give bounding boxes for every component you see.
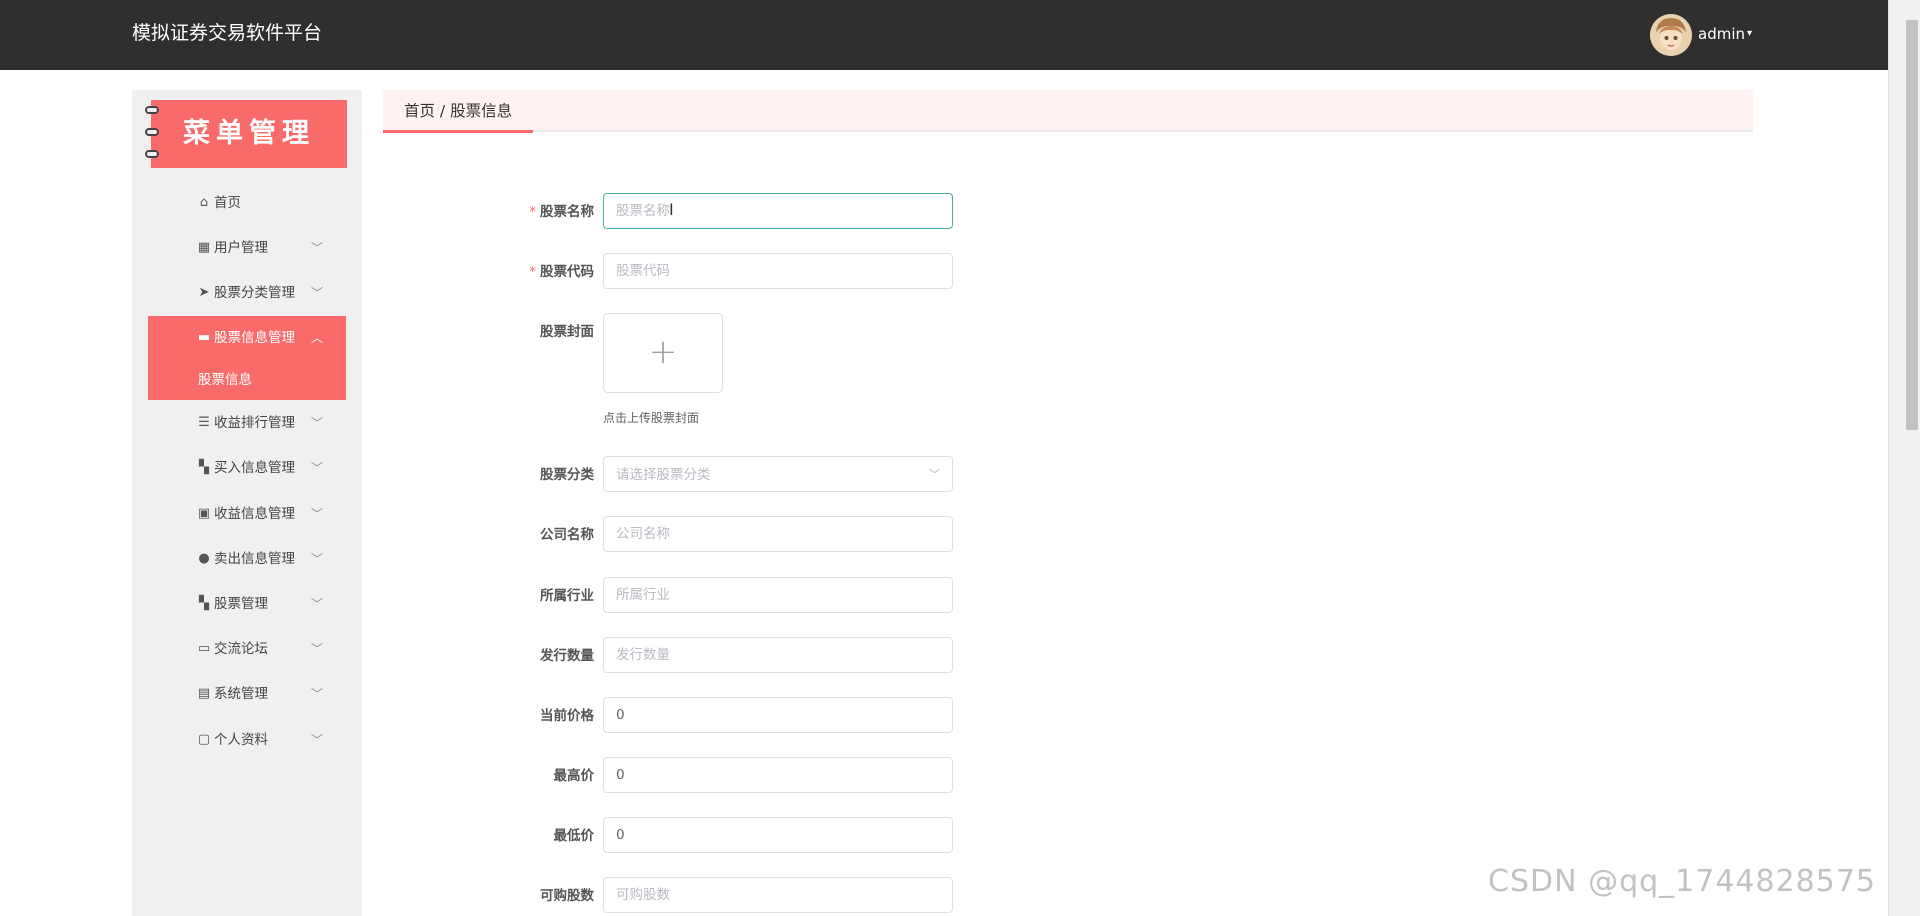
breadcrumb[interactable]: 首页 / 股票信息: [404, 100, 512, 122]
chevron-down-icon: ﹀: [311, 241, 324, 255]
company-name-input[interactable]: [603, 516, 953, 552]
breadcrumb-bar: [383, 90, 1753, 132]
home-icon: ⌂: [199, 195, 209, 210]
card-icon: ▢: [197, 732, 211, 747]
sidebar-item-label: 收益排行管理: [214, 415, 295, 431]
sidebar-item-label: 交流论坛: [214, 641, 268, 657]
user-name[interactable]: admin: [1698, 24, 1745, 44]
chevron-down-icon: ﹀: [311, 416, 324, 430]
grid-icon: ▦: [197, 240, 211, 255]
select-placeholder: 请选择股票分类: [616, 467, 711, 483]
sidebar-item-stock-info-management[interactable]: ▬ 股票信息管理 ︿: [148, 316, 346, 360]
stock-code-input[interactable]: [603, 253, 953, 289]
chevron-down-icon: ﹀: [311, 286, 324, 300]
sidebar-item-stock-management[interactable]: ▚ 股票管理 ﹀: [148, 582, 346, 626]
text-cursor-icon: I: [669, 200, 674, 219]
plus-icon: +: [648, 332, 678, 372]
chevron-down-icon: ﹀: [311, 642, 324, 656]
stock-name-input[interactable]: [603, 193, 953, 229]
sidebar-item-label: 股票信息管理: [214, 330, 295, 346]
sidebar-item-buy-info-management[interactable]: ▚ 买入信息管理 ﹀: [148, 446, 346, 490]
chevron-down-icon: ﹀: [311, 733, 324, 747]
stock-name-label: * 股票名称: [529, 204, 594, 220]
sidebar-item-stock-category-management[interactable]: ➤ 股票分类管理 ﹀: [148, 271, 346, 315]
avatar-image: [1650, 14, 1692, 56]
clipboard-icon: ▤: [197, 686, 211, 701]
sidebar-item-label: 收益信息管理: [214, 506, 295, 522]
app-title: 模拟证券交易软件平台: [132, 22, 323, 44]
menu-banner: 菜单管理: [151, 100, 347, 168]
chart-icon: ▣: [197, 506, 211, 521]
binder-ring-icon: [145, 106, 159, 114]
sidebar-item-label: 卖出信息管理: [214, 551, 295, 567]
sidebar-item-label: 股票分类管理: [214, 285, 295, 301]
low-price-label: 最低价: [553, 828, 595, 844]
chevron-down-icon: ﹀: [311, 597, 324, 611]
issued-quantity-label: 发行数量: [540, 648, 594, 664]
required-marker: *: [529, 264, 536, 280]
sidebar-item-label: 买入信息管理: [214, 460, 295, 476]
chevron-down-icon: ﹀: [311, 461, 324, 475]
list-icon: ☰: [198, 415, 210, 430]
tiles-icon: ▚: [199, 596, 209, 611]
binder-ring-icon: [145, 128, 159, 136]
chevron-down-icon: ﹀: [311, 552, 324, 566]
stock-category-select[interactable]: 请选择股票分类 ﹀: [603, 456, 953, 492]
sidebar-item-label: 系统管理: [214, 686, 268, 702]
sidebar-item-earnings-ranking-management[interactable]: ☰ 收益排行管理 ﹀: [148, 401, 346, 445]
sidebar-item-label: 股票管理: [214, 596, 268, 612]
sidebar-subitem-label: 股票信息: [198, 372, 252, 388]
paper-plane-icon: ➤: [198, 285, 210, 300]
sidebar-item-forum[interactable]: ▭ 交流论坛 ﹀: [148, 627, 346, 671]
cover-upload-button[interactable]: +: [603, 313, 723, 393]
stock-code-label: * 股票代码: [529, 264, 594, 280]
sidebar-item-label: 用户管理: [214, 240, 268, 256]
low-price-input[interactable]: [603, 817, 953, 853]
tiles-icon: ▚: [199, 460, 209, 475]
chevron-down-icon: ﹀: [929, 468, 940, 481]
upload-hint: 点击上传股票封面: [603, 411, 700, 425]
chevron-down-icon: ﹀: [311, 687, 324, 701]
chevron-down-icon: ﹀: [311, 507, 324, 521]
watermark: CSDN @qq_1744828575: [1488, 864, 1877, 899]
sidebar-item-label: 首页: [214, 195, 241, 211]
company-name-label: 公司名称: [540, 527, 594, 543]
user-dropdown-caret-icon[interactable]: ▾: [1747, 25, 1752, 43]
issued-quantity-input[interactable]: [603, 637, 953, 673]
sidebar-item-home[interactable]: ⌂ 首页: [148, 181, 346, 225]
menu-banner-title: 菜单管理: [183, 118, 315, 149]
stock-cover-label: 股票封面: [540, 324, 594, 340]
stock-category-label: 股票分类: [540, 467, 594, 483]
avatar[interactable]: [1650, 14, 1692, 56]
industry-label: 所属行业: [540, 588, 594, 604]
user-icon: ●: [198, 551, 210, 566]
sidebar-item-user-management[interactable]: ▦ 用户管理 ﹀: [148, 226, 346, 270]
current-price-label: 当前价格: [540, 708, 594, 724]
sidebar-item-system-management[interactable]: ▤ 系统管理 ﹀: [148, 672, 346, 716]
inbox-icon: ▬: [197, 330, 211, 345]
required-marker: *: [529, 204, 536, 220]
sidebar-item-profile[interactable]: ▢ 个人资料 ﹀: [148, 718, 346, 762]
sidebar-subitem-stock-info[interactable]: 股票信息: [148, 360, 346, 400]
monitor-icon: ▭: [197, 641, 211, 656]
breadcrumb-active-indicator: [383, 130, 533, 133]
scrollbar-thumb[interactable]: [1906, 20, 1918, 430]
high-price-input[interactable]: [603, 757, 953, 793]
industry-input[interactable]: [603, 577, 953, 613]
chevron-up-icon: ︿: [311, 331, 324, 345]
high-price-label: 最高价: [553, 768, 595, 784]
sidebar-item-sell-info-management[interactable]: ● 卖出信息管理 ﹀: [148, 537, 346, 581]
sidebar-item-label: 个人资料: [214, 732, 268, 748]
current-price-input[interactable]: [603, 697, 953, 733]
buyable-shares-label: 可购股数: [540, 888, 594, 904]
buyable-shares-input[interactable]: [603, 877, 953, 913]
sidebar-item-earnings-info-management[interactable]: ▣ 收益信息管理 ﹀: [148, 492, 346, 536]
binder-ring-icon: [145, 150, 159, 158]
